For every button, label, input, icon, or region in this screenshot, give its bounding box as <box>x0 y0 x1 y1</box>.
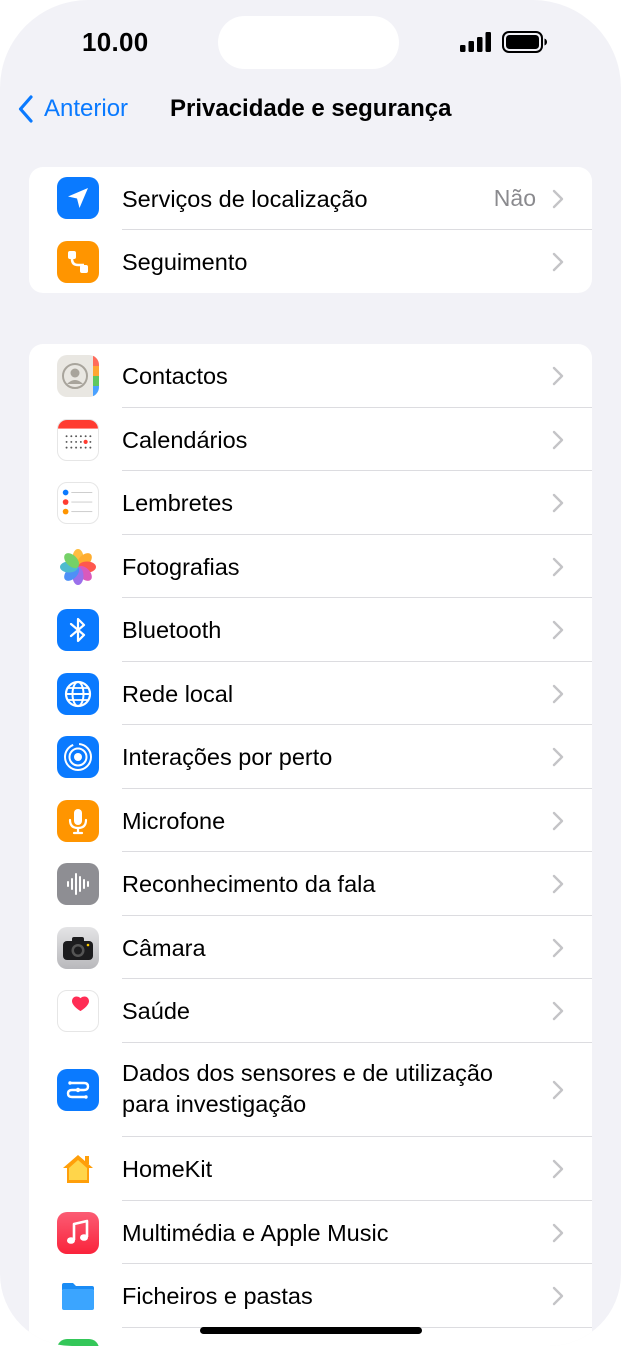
row-label: Interações por perto <box>122 744 333 770</box>
location-status-value: Não <box>493 185 536 211</box>
camera-icon <box>57 927 99 969</box>
folder-icon <box>57 1275 99 1317</box>
row-label: Microfone <box>122 808 226 834</box>
reminders-icon <box>57 482 99 524</box>
heart-icon <box>57 990 99 1032</box>
row-nearby-interactions[interactable]: Interações por perto <box>29 725 592 789</box>
row-local-network[interactable]: Rede local <box>29 662 592 725</box>
chevron-right-icon <box>552 747 564 767</box>
status-time: 10.00 <box>82 27 149 57</box>
back-label: Anterior <box>44 95 129 122</box>
phone-screen: 10.00 Anterior Privacidade e segurança S… <box>0 0 621 1346</box>
row-label: Lembretes <box>122 490 234 516</box>
row-label: Ficheiros e pastas <box>122 1283 313 1309</box>
row-location-services[interactable]: Serviços de localização Não <box>29 167 592 230</box>
chevron-right-icon <box>552 1159 564 1179</box>
chevron-right-icon <box>552 189 564 209</box>
row-label: Multimédia e Apple Music <box>122 1220 389 1246</box>
row-label: Rede local <box>122 681 234 707</box>
row-label: Bluetooth <box>122 617 222 643</box>
chevron-right-icon <box>552 811 564 831</box>
row-label: Dados dos sensores e de utilização para … <box>122 1060 493 1117</box>
row-label: Serviços de localização <box>122 186 368 212</box>
chevron-right-icon <box>552 557 564 577</box>
tracking-icon <box>57 241 99 283</box>
chevron-right-icon <box>552 684 564 704</box>
row-reminders[interactable]: Lembretes <box>29 471 592 535</box>
waveform-icon <box>57 863 99 905</box>
row-files-folders[interactable]: Ficheiros e pastas <box>29 1264 592 1328</box>
app-permissions-group: Contactos Calendários Lembretes Fotograf… <box>29 344 592 1346</box>
back-button[interactable]: Anterior <box>18 92 128 126</box>
chevron-right-icon <box>552 1286 564 1306</box>
row-label: Seguimento <box>122 249 248 275</box>
microphone-icon <box>57 800 99 842</box>
chevron-right-icon <box>552 1080 564 1100</box>
battery-icon <box>502 31 547 53</box>
row-label: Saúde <box>122 998 190 1024</box>
chevron-right-icon <box>552 1001 564 1021</box>
chevron-right-icon <box>552 938 564 958</box>
row-contacts[interactable]: Contactos <box>29 344 592 408</box>
row-health[interactable]: Saúde <box>29 979 592 1043</box>
row-media-apple-music[interactable]: Multimédia e Apple Music <box>29 1201 592 1264</box>
bluetooth-icon <box>57 609 99 651</box>
location-arrow-icon <box>57 177 99 219</box>
home-indicator[interactable] <box>200 1327 422 1334</box>
chevron-right-icon <box>552 252 564 272</box>
calendar-icon <box>57 419 99 461</box>
globe-icon <box>57 673 99 715</box>
chevron-right-icon <box>552 430 564 450</box>
row-bluetooth[interactable]: Bluetooth <box>29 598 592 662</box>
row-calendars[interactable]: Calendários <box>29 408 592 471</box>
app-icon <box>57 1339 99 1346</box>
tracking-group: Serviços de localização Não Seguimento <box>29 167 592 293</box>
row-tracking[interactable]: Seguimento <box>29 230 592 293</box>
row-speech-recognition[interactable]: Reconhecimento da fala <box>29 852 592 916</box>
row-label: HomeKit <box>122 1156 213 1182</box>
row-camera[interactable]: Câmara <box>29 916 592 979</box>
photos-icon <box>57 546 99 588</box>
chevron-right-icon <box>552 366 564 386</box>
row-label: Câmara <box>122 935 206 961</box>
cellular-signal-icon <box>460 32 491 52</box>
music-note-icon <box>57 1212 99 1254</box>
row-photos[interactable]: Fotografias <box>29 535 592 598</box>
chevron-right-icon <box>552 493 564 513</box>
chevron-right-icon <box>552 620 564 640</box>
dynamic-island <box>218 16 399 69</box>
row-label: Reconhecimento da fala <box>122 871 376 897</box>
chevron-left-icon <box>18 95 33 123</box>
chevron-right-icon <box>552 874 564 894</box>
chevron-right-icon <box>552 1223 564 1243</box>
nearby-interactions-icon <box>57 736 99 778</box>
research-icon <box>57 1069 99 1111</box>
contacts-icon <box>57 355 99 397</box>
row-label: Fotografias <box>122 554 240 580</box>
row-label: Contactos <box>122 363 228 389</box>
row-label: Calendários <box>122 427 248 453</box>
row-homekit[interactable]: HomeKit <box>29 1137 592 1201</box>
row-microphone[interactable]: Microfone <box>29 789 592 852</box>
page-title: Privacidade e segurança <box>170 95 452 122</box>
row-sensor-research-data[interactable]: Dados dos sensores e de utilização para … <box>29 1043 592 1137</box>
home-icon <box>57 1148 99 1190</box>
